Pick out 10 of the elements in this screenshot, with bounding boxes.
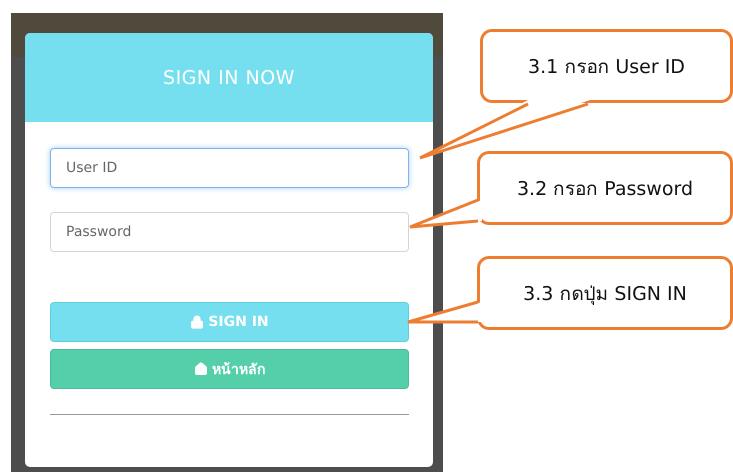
- sign-in-button[interactable]: SIGN IN: [50, 302, 409, 342]
- dialog-title: SIGN IN NOW: [163, 66, 295, 88]
- lock-icon: [190, 315, 204, 329]
- user-id-field[interactable]: User ID: [50, 148, 409, 188]
- home-icon: [194, 362, 208, 376]
- home-button[interactable]: หน้าหลัก: [50, 349, 409, 389]
- password-field[interactable]: Password: [50, 212, 409, 252]
- callout: 3.1 กรอก User ID: [480, 29, 733, 103]
- callout: 3.3 กดปุ่ม SIGN IN: [477, 256, 733, 330]
- callout: 3.2 กรอก Password: [477, 151, 733, 225]
